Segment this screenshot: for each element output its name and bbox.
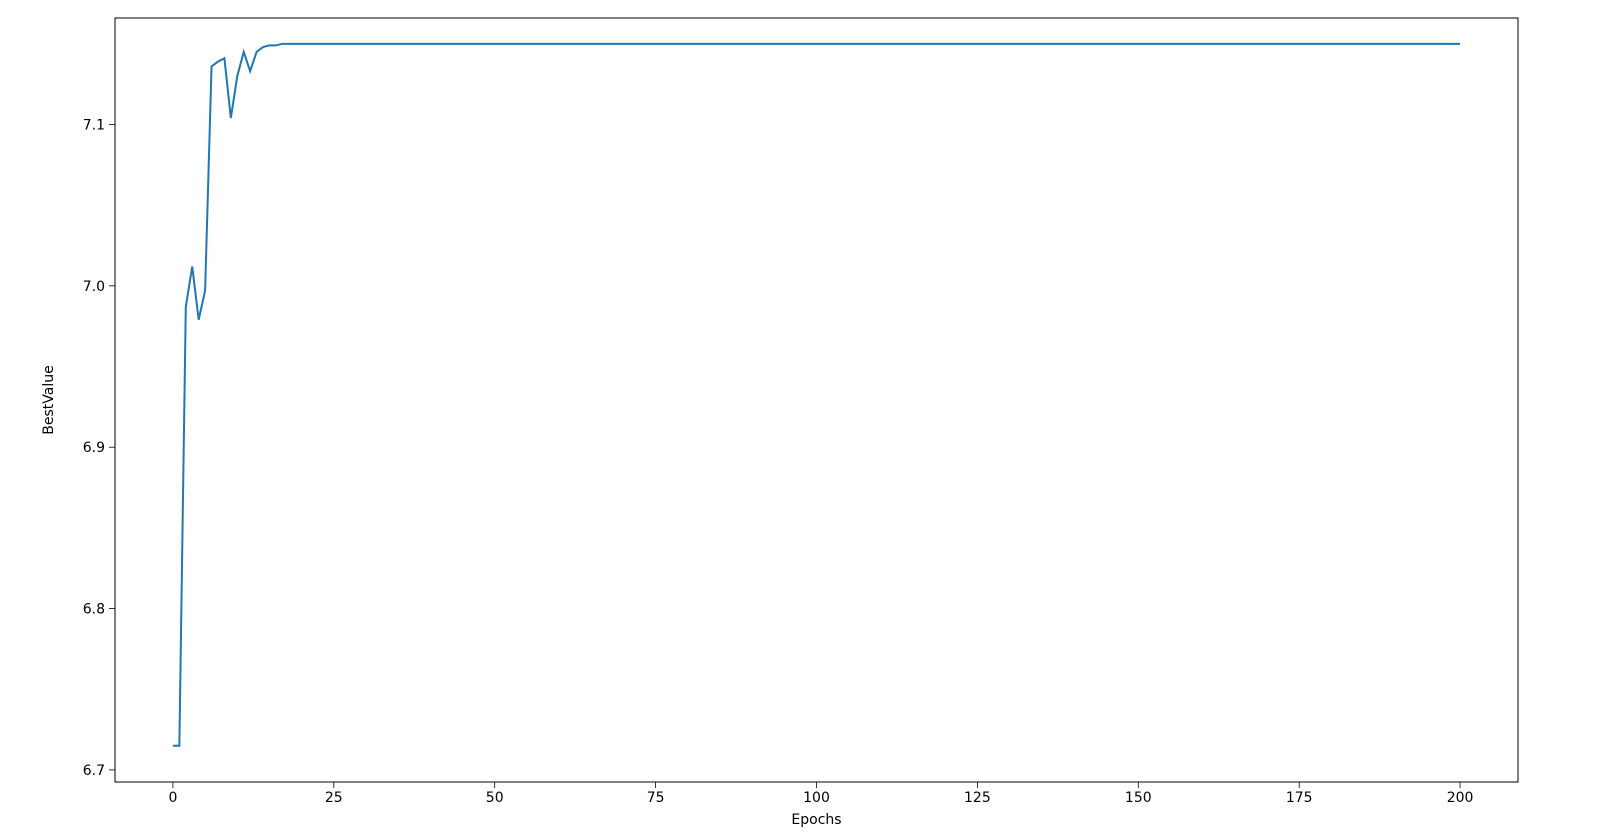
x-tick-label: 0	[168, 790, 177, 806]
x-tick-label: 200	[1447, 790, 1474, 806]
data-series-line	[173, 44, 1460, 746]
plot-area	[115, 18, 1518, 782]
x-axis-label: Epochs	[791, 812, 841, 828]
x-tick-label: 100	[803, 790, 830, 806]
x-tick-label: 175	[1286, 790, 1313, 806]
y-tick-label: 6.8	[83, 602, 105, 618]
x-tick-label: 75	[647, 790, 665, 806]
y-tick-label: 7.0	[83, 279, 105, 295]
y-tick-label: 7.1	[83, 117, 105, 133]
x-tick-label: 125	[964, 790, 991, 806]
y-tick-label: 6.9	[83, 440, 105, 456]
x-tick-label: 50	[486, 790, 504, 806]
x-tick-label: 150	[1125, 790, 1152, 806]
chart-container: 0 25 50 75 100 125 150 175 200 6.7 6.8 6.9 7.0 7.1 Epo…	[0, 0, 1624, 836]
line-chart: 0 25 50 75 100 125 150 175 200 6.7 6.8 6.9 7.0 7.1 Epo…	[0, 0, 1624, 836]
y-axis-label: BestValue	[41, 365, 57, 434]
x-tick-label: 25	[325, 790, 343, 806]
y-tick-label: 6.7	[83, 763, 105, 779]
